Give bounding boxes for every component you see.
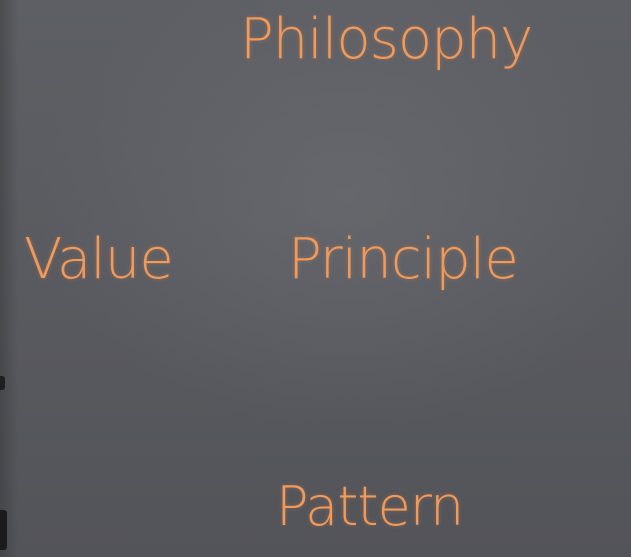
word-value: Value	[24, 227, 174, 292]
word-philosophy: Philosophy	[240, 7, 533, 72]
presenter-silhouette-fragment-lower	[0, 510, 7, 550]
word-pattern: Pattern	[276, 475, 464, 538]
presenter-silhouette-fragment	[0, 376, 5, 390]
word-principle: Principle	[288, 227, 519, 292]
presentation-slide: Philosophy Value Principle Pattern	[0, 0, 631, 557]
left-edge-shadow	[0, 0, 18, 557]
